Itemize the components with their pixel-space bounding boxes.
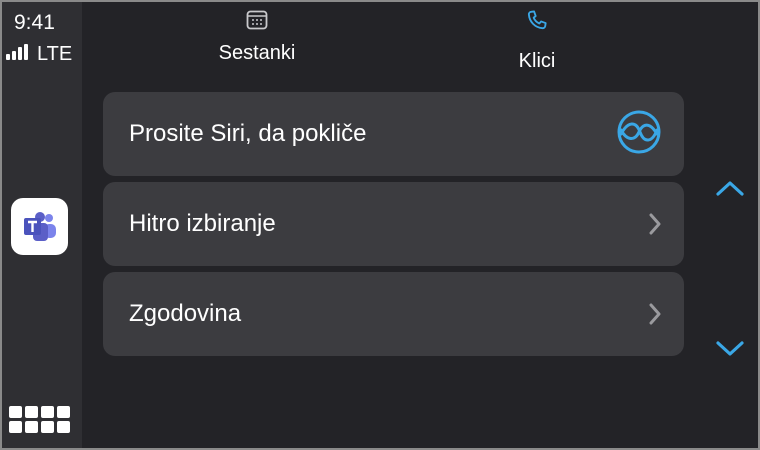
list-item-label: Zgodovina bbox=[129, 300, 242, 327]
tab-meetings[interactable]: Sestanki bbox=[202, 8, 312, 65]
scroll-up-button[interactable] bbox=[712, 175, 748, 205]
tab-meetings-label: Sestanki bbox=[218, 42, 296, 64]
tab-calls-label: Klici bbox=[518, 50, 556, 72]
chevron-right-icon bbox=[648, 303, 662, 325]
list-item-history[interactable]: Zgodovina bbox=[103, 272, 684, 356]
list-item-label: Prosite Siri, da pokliče bbox=[129, 120, 367, 147]
scroll-down-button[interactable] bbox=[712, 336, 748, 366]
list-item-ask-siri[interactable]: Prosite Siri, da pokliče bbox=[103, 92, 684, 176]
list-item-label: Hitro izbiranje bbox=[129, 210, 276, 237]
status-sidebar: 9:41 LTE bbox=[2, 2, 82, 448]
phone-icon bbox=[524, 8, 550, 39]
chevron-right-icon bbox=[648, 213, 662, 235]
app-grid-icon[interactable] bbox=[9, 406, 70, 433]
tab-calls[interactable]: Klici bbox=[487, 8, 587, 73]
network-type: LTE bbox=[37, 43, 73, 65]
carplay-screen: 9:41 LTE Sestanki Klici Prosite Siri, da… bbox=[0, 0, 760, 450]
chevron-down-icon bbox=[715, 340, 745, 363]
siri-icon bbox=[616, 109, 662, 160]
calendar-icon bbox=[245, 8, 269, 37]
chevron-up-icon bbox=[715, 179, 745, 202]
list-item-speed-dial[interactable]: Hitro izbiranje bbox=[103, 182, 684, 266]
status-time: 9:41 bbox=[14, 11, 55, 34]
signal-strength-icon bbox=[6, 44, 28, 60]
microsoft-teams-icon[interactable] bbox=[11, 198, 68, 255]
